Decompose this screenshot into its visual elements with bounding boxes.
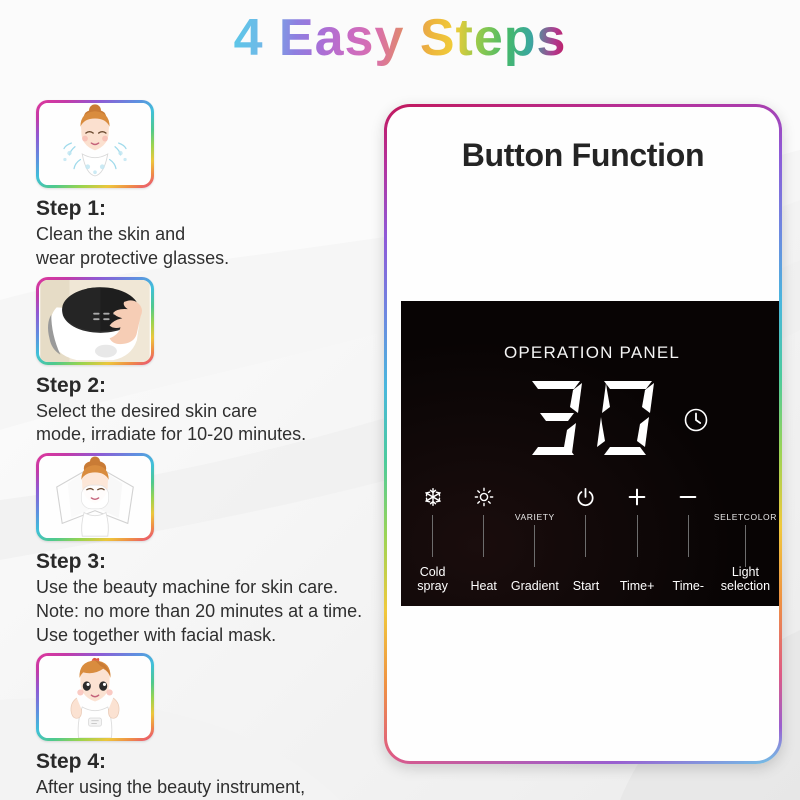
button-gradient[interactable]: VARIETY Gradient: [509, 482, 560, 606]
steps-list: Step 1: Clean the skin and wear protecti…: [36, 100, 381, 800]
device-card-title: Button Function: [461, 137, 705, 173]
step-2-body: Select the desired skin care mode, irrad…: [36, 400, 307, 445]
step-3-body: Use the beauty machine for skin care. No…: [36, 577, 363, 645]
hand-touching-device-panel-photo: [40, 279, 150, 362]
step-block-1: Step 1: Clean the skin and wear protecti…: [36, 100, 381, 271]
button-stem: [687, 515, 689, 557]
step-1-label: Step 1:: [36, 197, 107, 220]
power-icon: [575, 482, 596, 512]
page-title: 4 Easy Steps: [233, 9, 567, 67]
button-gradient-word: VARIETY: [514, 512, 555, 522]
button-stem: [744, 525, 746, 567]
step-2-label: Step 2:: [36, 373, 107, 397]
button-cold-spray[interactable]: Cold spray: [407, 482, 458, 606]
step-4-body: After using the beauty instrument, use s…: [36, 777, 306, 798]
button-time-minus[interactable]: Time-: [663, 482, 714, 606]
step-1-thumbnail[interactable]: [36, 100, 154, 188]
button-time-plus-label: Time+: [619, 579, 655, 594]
step-3-label: Step 3:: [36, 550, 107, 573]
button-light-selection-label: Light selection: [720, 564, 771, 594]
display-readout: [401, 375, 779, 465]
button-heat-label: Heat: [470, 579, 497, 594]
step-block-2: Step 2: Select the desired skin care mod…: [36, 276, 381, 448]
display-digits-30: [532, 381, 654, 455]
button-cold-spray-label: Cold spray: [417, 564, 448, 594]
device-card: Button Function OPERATION PANEL Cold spr…: [384, 104, 782, 764]
button-stem: [636, 515, 638, 557]
step-4-label: Step 4:: [36, 750, 107, 774]
button-light-selection-word: SELETCOLOR: [713, 512, 777, 522]
minus-icon: [677, 482, 699, 512]
button-start-label: Start: [572, 579, 600, 594]
button-light-selection[interactable]: SELETCOLOR Light selection: [714, 482, 777, 606]
seven-segment-display: [401, 375, 779, 466]
clock-icon: [683, 407, 709, 438]
button-start[interactable]: Start: [560, 482, 611, 606]
button-stem: [432, 515, 434, 557]
woman-washing-face-illustration: [40, 103, 150, 185]
button-stem: [585, 515, 587, 557]
step-4-thumbnail[interactable]: [36, 653, 154, 742]
step-block-4: Step 4: After using the beauty instrumen…: [36, 653, 381, 800]
woman-under-light-therapy-illustration: [40, 456, 150, 538]
operation-panel: OPERATION PANEL Cold spray Heat VARIETY …: [401, 301, 779, 606]
plus-icon: [626, 482, 648, 512]
page-title-container: 4 Easy Steps: [0, 8, 800, 68]
button-time-minus-label: Time-: [672, 579, 705, 594]
step-1-body: Clean the skin and wear protective glass…: [36, 224, 230, 268]
button-stem: [483, 515, 485, 557]
step-2-thumbnail[interactable]: [36, 276, 154, 365]
button-time-plus[interactable]: Time+: [612, 482, 663, 606]
product-infographic-page: 4 Easy Steps Step 1: Clean the skin and …: [0, 0, 800, 800]
button-stem: [534, 525, 536, 567]
button-gradient-label: Gradient: [510, 579, 559, 594]
operation-panel-title: OPERATION PANEL: [503, 343, 681, 362]
snowflake-icon: [423, 482, 443, 512]
step-3-thumbnail[interactable]: [36, 453, 154, 541]
woman-applying-skincare-illustration: [40, 656, 150, 739]
button-heat[interactable]: Heat: [458, 482, 509, 606]
panel-button-row: Cold spray Heat VARIETY Gradient Start T…: [401, 482, 779, 606]
sun-icon: [474, 482, 494, 512]
step-block-3: Step 3: Use the beauty machine for skin …: [36, 453, 381, 647]
